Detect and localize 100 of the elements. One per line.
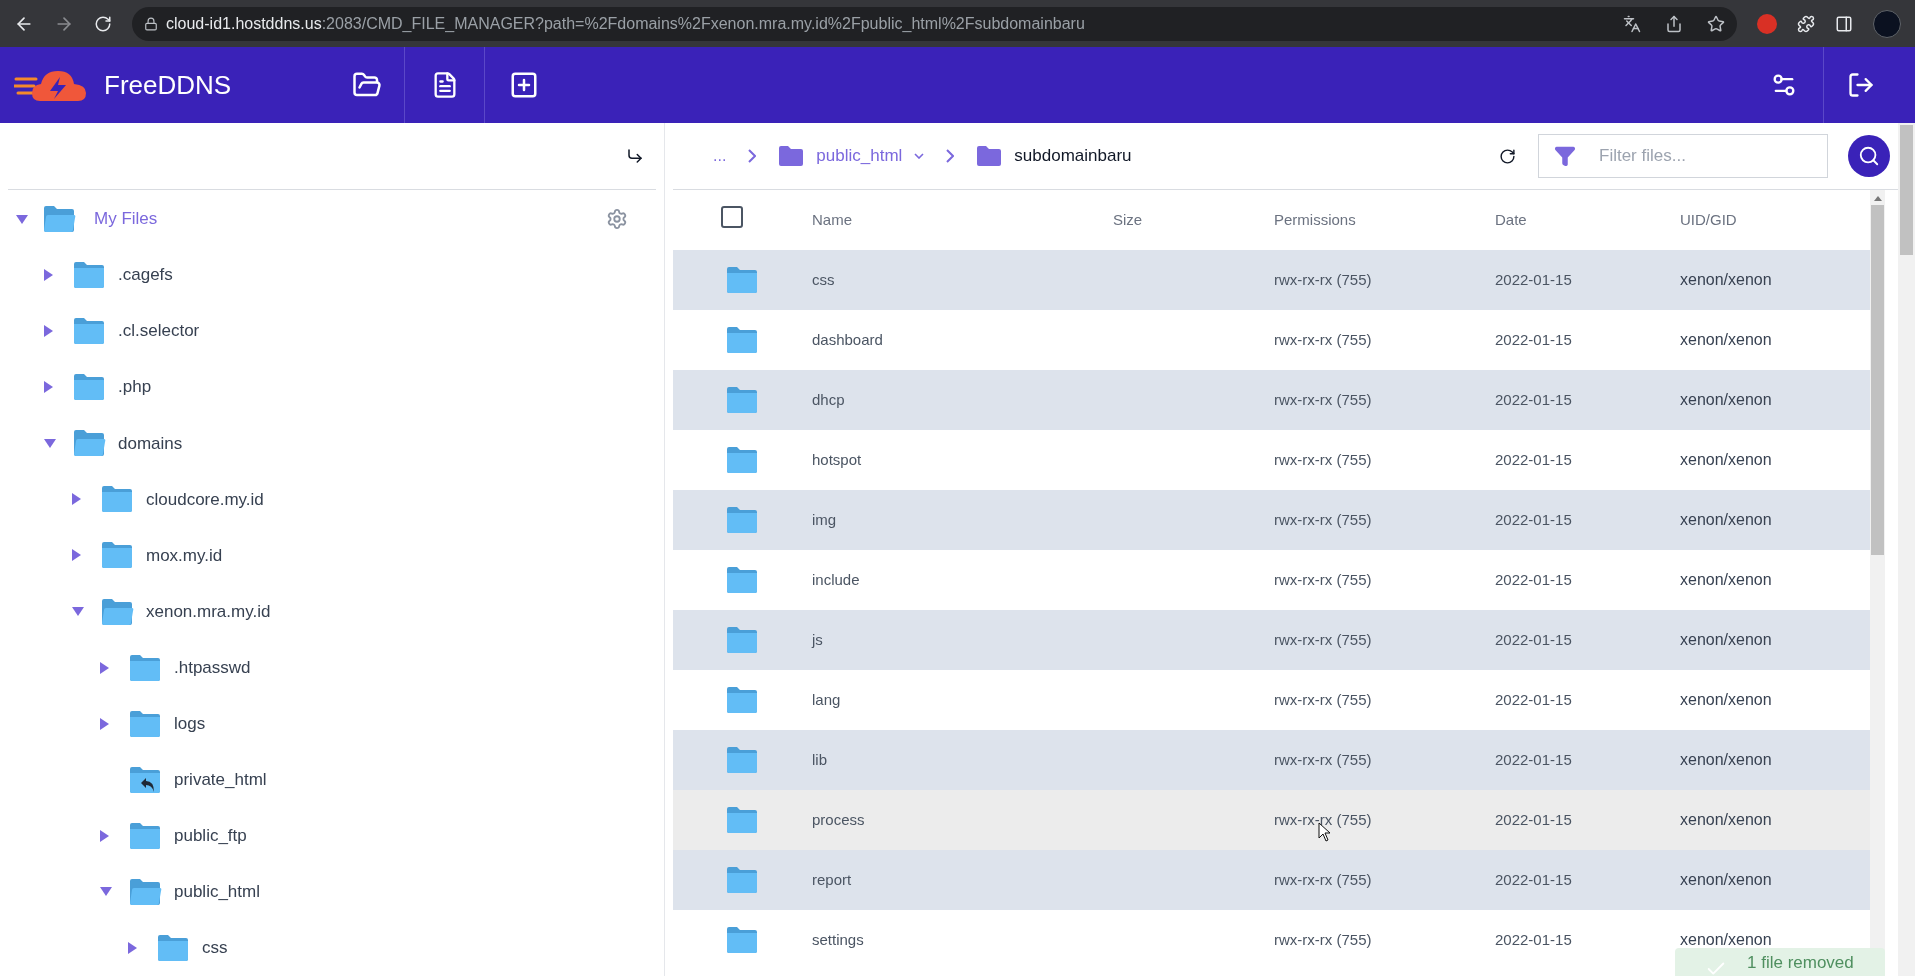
permissions: rwx-rx-rx (755) (1274, 751, 1372, 768)
date: 2022-01-15 (1495, 811, 1572, 828)
tree-root[interactable]: My Files (94, 205, 158, 232)
tree-item[interactable]: .cagefs (118, 262, 173, 288)
open-folder-icon (128, 877, 162, 906)
file-row[interactable]: img rwx-rx-rx (755) 2022-01-15 xenon/xenon (673, 490, 1870, 550)
owner: xenon/xenon (1680, 631, 1772, 648)
collapse-icon[interactable] (626, 147, 644, 165)
tree-item[interactable]: domains (118, 430, 183, 456)
folder-icon (725, 806, 759, 834)
folder-icon (725, 326, 759, 354)
file-row[interactable]: process rwx-rx-rx (755) 2022-01-15 xenon/xenon (673, 790, 1870, 850)
file-name: hotspot (812, 451, 862, 468)
extensions-icon[interactable] (1797, 14, 1815, 33)
permissions: rwx-rx-rx (755) (1274, 631, 1372, 648)
file-row[interactable]: js rwx-rx-rx (755) 2022-01-15 xenon/xenon (673, 610, 1870, 670)
date: 2022-01-15 (1495, 631, 1572, 648)
breadcrumb-current[interactable]: subdomainbaru (976, 143, 1132, 169)
tree-item[interactable]: private_html (174, 767, 267, 793)
tree-item[interactable]: .cl.selector (118, 318, 200, 344)
search-icon (1858, 145, 1880, 167)
permissions: rwx-rx-rx (755) (1274, 331, 1372, 348)
breadcrumb-dropdown[interactable]: public_html (778, 143, 925, 169)
collapse-triangle-icon[interactable] (16, 214, 28, 224)
tree-item[interactable]: xenon.mra.my.id (146, 598, 271, 625)
expand-triangle-icon[interactable] (44, 325, 53, 338)
collapse-triangle-icon[interactable] (100, 887, 112, 897)
tree-item[interactable]: cloudcore.my.id (146, 486, 264, 513)
file-row[interactable]: dhcp rwx-rx-rx (755) 2022-01-15 xenon/xenon (673, 370, 1870, 430)
column-header[interactable]: Name (812, 211, 852, 228)
bookmark-star-icon[interactable] (1707, 14, 1725, 33)
settings-icon[interactable] (606, 207, 628, 230)
file-name: lib (812, 751, 827, 768)
column-header[interactable]: UID/GID (1680, 211, 1737, 228)
file-name: js (812, 631, 823, 648)
select-all-checkbox[interactable] (721, 205, 743, 228)
tree-item[interactable]: logs (174, 710, 206, 737)
expand-triangle-icon[interactable] (44, 381, 53, 394)
folder-icon (72, 373, 106, 402)
date: 2022-01-15 (1495, 751, 1572, 768)
folder-icon (725, 506, 759, 534)
address-bar[interactable]: cloud-id1.hostddns.us:2083/CMD_FILE_MANAGER?path=%2Fdomains%2Fxenon.mra.my.id%2Fpublic_html%2Fsubdomainbaru (132, 6, 1737, 41)
expand-triangle-icon[interactable] (100, 829, 109, 842)
tree-item[interactable]: css (202, 935, 228, 961)
hand-icon[interactable] (1757, 13, 1777, 34)
folder-icon (725, 746, 759, 774)
expand-triangle-icon[interactable] (100, 661, 109, 674)
profile-avatar[interactable] (1873, 9, 1901, 38)
file-name: lang (812, 691, 841, 708)
expand-triangle-icon[interactable] (72, 493, 81, 506)
permissions: rwx-rx-rx (755) (1274, 871, 1372, 888)
file-name: dhcp (812, 391, 845, 408)
file-name: report (812, 871, 852, 888)
date: 2022-01-15 (1495, 511, 1572, 528)
owner: xenon/xenon (1680, 871, 1772, 888)
expand-triangle-icon[interactable] (128, 941, 137, 954)
tree-item[interactable]: mox.my.id (146, 542, 223, 569)
folder-icon (128, 709, 162, 738)
tree-item[interactable]: public_html (174, 879, 260, 905)
folder-icon (72, 317, 106, 346)
caret-icon (914, 153, 925, 159)
plus-square-icon (509, 70, 539, 100)
owner: xenon/xenon (1680, 931, 1772, 948)
column-header[interactable]: Size (1113, 211, 1143, 228)
file-row[interactable]: css rwx-rx-rx (755) 2022-01-15 xenon/xenon (673, 250, 1870, 310)
expand-triangle-icon[interactable] (72, 549, 81, 562)
folder-icon (100, 485, 134, 514)
folder-icon (725, 386, 759, 414)
file-row[interactable]: lib rwx-rx-rx (755) 2022-01-15 xenon/xenon (673, 730, 1870, 790)
date: 2022-01-15 (1495, 391, 1572, 408)
column-header[interactable]: Date (1495, 211, 1527, 228)
tree-item[interactable]: public_ftp (174, 823, 247, 849)
column-header[interactable]: Permissions (1274, 211, 1356, 228)
scroll-up-arrow-icon[interactable] (1873, 196, 1882, 201)
file-name: process (812, 811, 865, 828)
url-host: cloud-id1.hostddns.us (166, 13, 322, 34)
collapse-triangle-icon[interactable] (72, 607, 84, 616)
expand-triangle-icon[interactable] (44, 269, 53, 282)
folder-icon (725, 926, 759, 954)
owner: xenon/xenon (1680, 451, 1772, 468)
expand-triangle-icon[interactable] (100, 717, 109, 730)
logout-icon (1847, 71, 1875, 99)
breadcrumb-link[interactable]: ... (713, 144, 727, 168)
tree-item[interactable]: .htpasswd (174, 654, 251, 681)
owner: xenon/xenon (1680, 571, 1772, 588)
filter-field[interactable]: Filter files... (1538, 134, 1828, 178)
collapse-triangle-icon[interactable] (44, 438, 56, 448)
side-panel-icon[interactable] (1835, 14, 1853, 33)
owner: xenon/xenon (1680, 811, 1772, 828)
file-row[interactable]: report rwx-rx-rx (755) 2022-01-15 xenon/xenon (673, 850, 1870, 910)
refresh-icon[interactable] (1499, 147, 1516, 165)
tree-item[interactable]: .php (118, 374, 152, 400)
translate-icon[interactable] (1623, 14, 1641, 33)
reload-icon[interactable] (94, 14, 112, 33)
chevron-right-icon (748, 149, 757, 163)
search-button[interactable] (1848, 135, 1890, 177)
share-icon[interactable] (1665, 14, 1683, 33)
open-folder-icon (100, 597, 134, 626)
folder-icon (725, 686, 759, 714)
file-name: settings (812, 931, 864, 948)
